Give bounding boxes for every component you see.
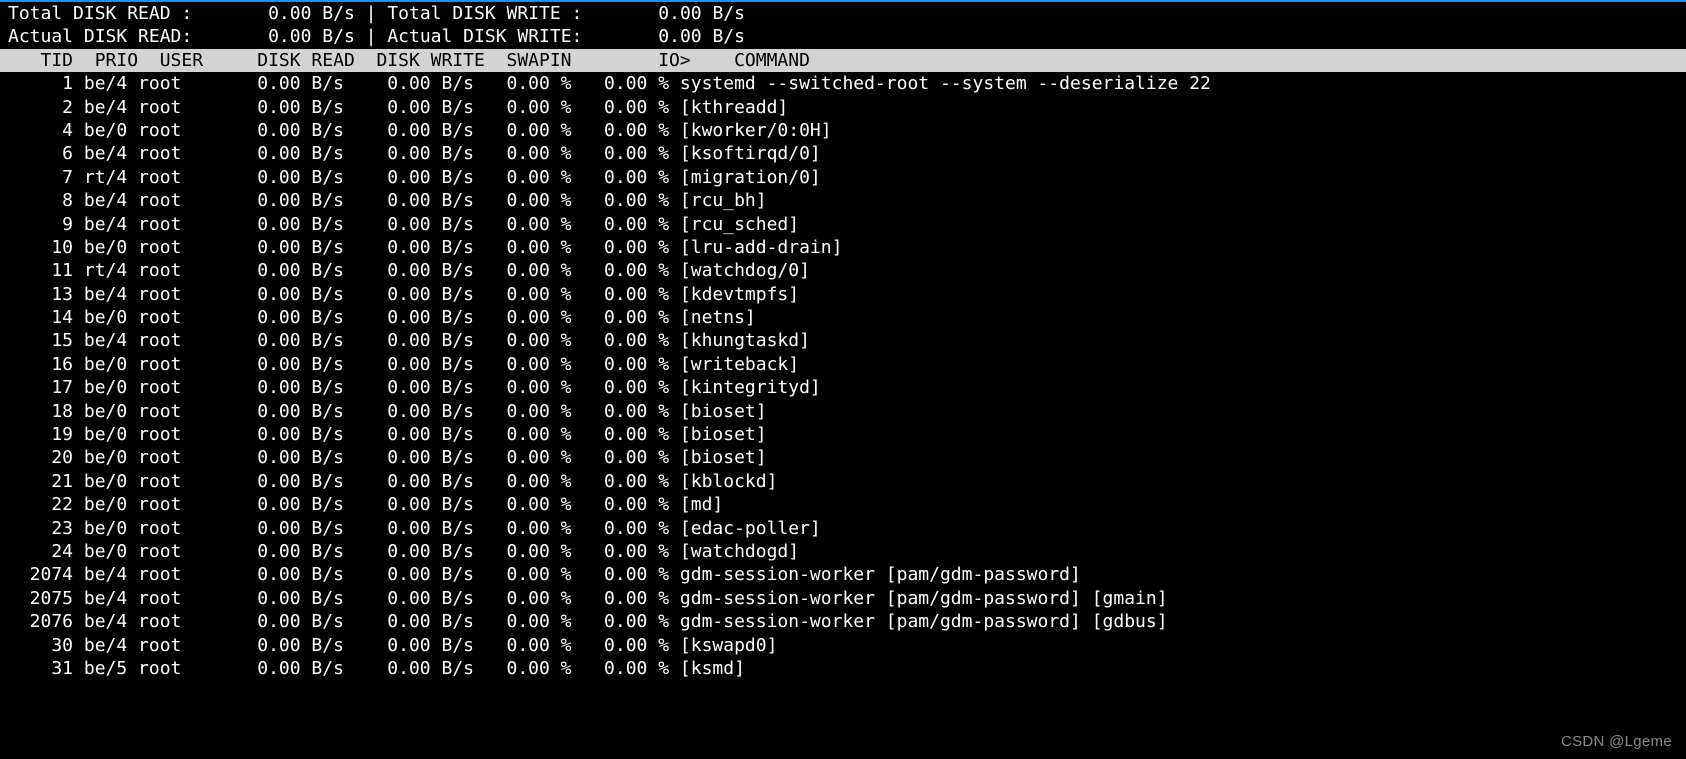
process-row[interactable]: 2075 be/4 root 0.00 B/s 0.00 B/s 0.00 % …: [0, 587, 1686, 610]
process-row[interactable]: 1 be/4 root 0.00 B/s 0.00 B/s 0.00 % 0.0…: [0, 72, 1686, 95]
process-row[interactable]: 9 be/4 root 0.00 B/s 0.00 B/s 0.00 % 0.0…: [0, 213, 1686, 236]
process-row[interactable]: 21 be/0 root 0.00 B/s 0.00 B/s 0.00 % 0.…: [0, 470, 1686, 493]
actual-read-value: 0.00 B/s: [268, 26, 355, 47]
process-row[interactable]: 6 be/4 root 0.00 B/s 0.00 B/s 0.00 % 0.0…: [0, 142, 1686, 165]
separator: |: [366, 26, 377, 47]
process-row[interactable]: 10 be/0 root 0.00 B/s 0.00 B/s 0.00 % 0.…: [0, 236, 1686, 259]
process-row[interactable]: 16 be/0 root 0.00 B/s 0.00 B/s 0.00 % 0.…: [0, 353, 1686, 376]
iotop-terminal[interactable]: { "summary":{ "total_read_label":"Total …: [0, 0, 1686, 759]
process-row[interactable]: 7 rt/4 root 0.00 B/s 0.00 B/s 0.00 % 0.0…: [0, 166, 1686, 189]
column-header-bar[interactable]: TID PRIO USER DISK READ DISK WRITE SWAPI…: [0, 49, 1686, 72]
process-row[interactable]: 13 be/4 root 0.00 B/s 0.00 B/s 0.00 % 0.…: [0, 283, 1686, 306]
process-row[interactable]: 24 be/0 root 0.00 B/s 0.00 B/s 0.00 % 0.…: [0, 540, 1686, 563]
process-row[interactable]: 8 be/4 root 0.00 B/s 0.00 B/s 0.00 % 0.0…: [0, 189, 1686, 212]
process-row[interactable]: 2 be/4 root 0.00 B/s 0.00 B/s 0.00 % 0.0…: [0, 96, 1686, 119]
process-row[interactable]: 31 be/5 root 0.00 B/s 0.00 B/s 0.00 % 0.…: [0, 657, 1686, 680]
actual-write-value: 0.00 B/s: [658, 26, 745, 47]
total-write-label: Total DISK WRITE :: [387, 3, 582, 24]
actual-read-label: Actual DISK READ:: [8, 26, 192, 47]
actual-write-label: Actual DISK WRITE:: [387, 26, 582, 47]
process-row[interactable]: 2074 be/4 root 0.00 B/s 0.00 B/s 0.00 % …: [0, 563, 1686, 586]
total-read-label: Total DISK READ :: [8, 3, 192, 24]
process-row[interactable]: 19 be/0 root 0.00 B/s 0.00 B/s 0.00 % 0.…: [0, 423, 1686, 446]
process-list: 1 be/4 root 0.00 B/s 0.00 B/s 0.00 % 0.0…: [0, 72, 1686, 680]
summary-line-total: Total DISK READ : 0.00 B/s | Total DISK …: [0, 2, 1686, 25]
process-row[interactable]: 2076 be/4 root 0.00 B/s 0.00 B/s 0.00 % …: [0, 610, 1686, 633]
separator: |: [366, 3, 377, 24]
process-row[interactable]: 15 be/4 root 0.00 B/s 0.00 B/s 0.00 % 0.…: [0, 329, 1686, 352]
total-write-value: 0.00 B/s: [658, 3, 745, 24]
total-read-value: 0.00 B/s: [268, 3, 355, 24]
process-row[interactable]: 4 be/0 root 0.00 B/s 0.00 B/s 0.00 % 0.0…: [0, 119, 1686, 142]
process-row[interactable]: 30 be/4 root 0.00 B/s 0.00 B/s 0.00 % 0.…: [0, 634, 1686, 657]
summary-line-actual: Actual DISK READ: 0.00 B/s | Actual DISK…: [0, 25, 1686, 48]
watermark: CSDN @Lgeme: [1561, 732, 1672, 752]
process-row[interactable]: 20 be/0 root 0.00 B/s 0.00 B/s 0.00 % 0.…: [0, 446, 1686, 469]
process-row[interactable]: 18 be/0 root 0.00 B/s 0.00 B/s 0.00 % 0.…: [0, 400, 1686, 423]
process-row[interactable]: 23 be/0 root 0.00 B/s 0.00 B/s 0.00 % 0.…: [0, 517, 1686, 540]
process-row[interactable]: 14 be/0 root 0.00 B/s 0.00 B/s 0.00 % 0.…: [0, 306, 1686, 329]
process-row[interactable]: 17 be/0 root 0.00 B/s 0.00 B/s 0.00 % 0.…: [0, 376, 1686, 399]
process-row[interactable]: 11 rt/4 root 0.00 B/s 0.00 B/s 0.00 % 0.…: [0, 259, 1686, 282]
process-row[interactable]: 22 be/0 root 0.00 B/s 0.00 B/s 0.00 % 0.…: [0, 493, 1686, 516]
